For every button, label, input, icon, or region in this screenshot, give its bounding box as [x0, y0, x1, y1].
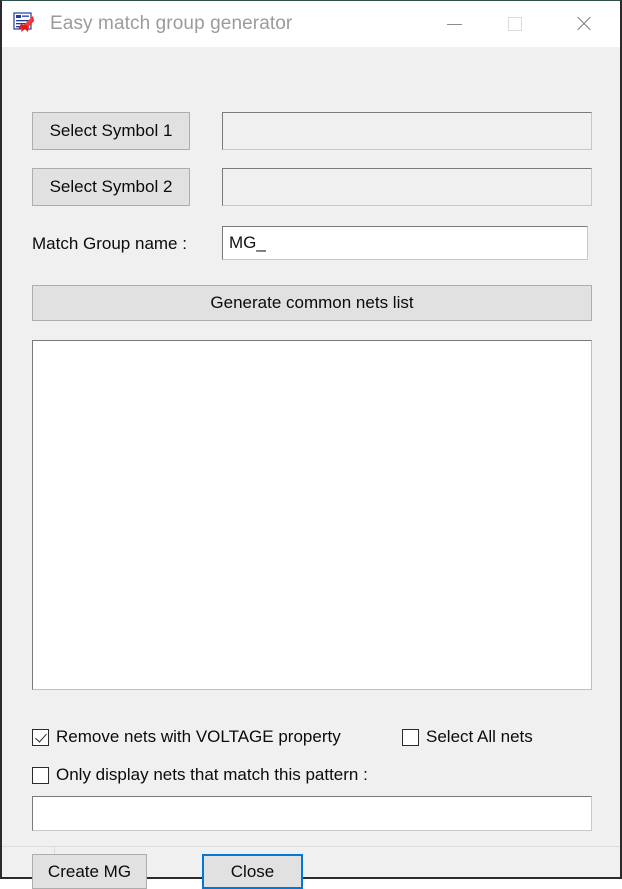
close-icon: [575, 15, 593, 33]
maximize-button[interactable]: [482, 1, 548, 47]
close-dialog-button[interactable]: Close: [202, 854, 303, 889]
symbol-2-field[interactable]: [222, 168, 592, 206]
pattern-filter-checkbox-row[interactable]: Only display nets that match this patter…: [32, 765, 368, 785]
remove-voltage-nets-checkbox-row[interactable]: Remove nets with VOLTAGE property: [32, 727, 341, 747]
select-all-nets-checkbox-row[interactable]: Select All nets: [402, 727, 533, 747]
select-all-nets-checkbox[interactable]: [402, 728, 419, 746]
select-symbol-2-button[interactable]: Select Symbol 2: [32, 168, 190, 206]
minimize-icon: [446, 23, 462, 25]
select-all-nets-label: Select All nets: [426, 727, 533, 746]
symbol-1-field[interactable]: [222, 112, 592, 150]
title-bar[interactable]: Easy match group generator: [2, 1, 620, 47]
window-controls: [426, 1, 620, 47]
pattern-filter-label: Only display nets that match this patter…: [56, 765, 368, 784]
dialog-client-area: Select Symbol 1 Select Symbol 2 Match Gr…: [2, 47, 620, 889]
common-nets-listbox[interactable]: [32, 340, 592, 690]
app-document-rocket-icon: [12, 11, 36, 37]
close-window-button[interactable]: [548, 1, 620, 47]
generate-common-nets-list-button[interactable]: Generate common nets list: [32, 285, 592, 321]
remove-voltage-nets-checkbox[interactable]: [32, 728, 49, 746]
match-group-name-input[interactable]: MG_: [222, 226, 588, 260]
minimize-button[interactable]: [426, 1, 482, 47]
pattern-input[interactable]: [32, 796, 592, 831]
select-symbol-1-button[interactable]: Select Symbol 1: [32, 112, 190, 150]
window-title: Easy match group generator: [50, 13, 293, 34]
maximize-icon: [508, 17, 522, 31]
app-window: Easy match group generator Select Symbol…: [0, 0, 622, 889]
match-group-name-label: Match Group name :: [32, 234, 187, 253]
create-mg-button[interactable]: Create MG: [32, 854, 147, 889]
remove-voltage-nets-label: Remove nets with VOLTAGE property: [56, 727, 341, 746]
pattern-filter-checkbox[interactable]: [32, 766, 49, 784]
